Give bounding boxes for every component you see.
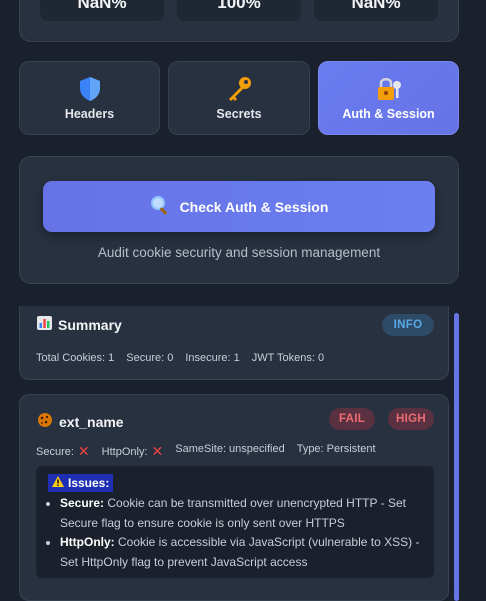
cookie-title: ext_name bbox=[37, 412, 124, 431]
issues-list: Secure: Cookie can be transmitted over u… bbox=[48, 494, 438, 572]
stat-value: NaN% bbox=[77, 0, 127, 12]
summary-card: Summary INFO Total Cookies: 1 Secure: 0 … bbox=[19, 306, 449, 380]
type-attr: Type: Persistent bbox=[296, 443, 376, 455]
summary-stats: Total Cookies: 1 Secure: 0 Insecure: 1 J… bbox=[36, 352, 324, 364]
cookie-attributes: Secure: ✕ HttpOnly: ✕ SameSite: unspecif… bbox=[36, 443, 376, 460]
fail-badge: FAIL bbox=[329, 408, 375, 430]
tab-headers[interactable]: Headers bbox=[19, 61, 160, 135]
stat-value: 100% bbox=[217, 0, 261, 12]
check-auth-session-button[interactable]: Check Auth & Session bbox=[43, 181, 435, 232]
jwt-count: JWT Tokens: 0 bbox=[251, 352, 325, 364]
shield-icon bbox=[79, 75, 101, 103]
summary-title-text: Summary bbox=[58, 316, 122, 333]
httponly-attr: HttpOnly: ✕ bbox=[102, 443, 164, 460]
issue-item: Secure: Cookie can be transmitted over u… bbox=[60, 494, 438, 533]
summary-title: Summary bbox=[37, 316, 122, 333]
secure-count: Secure: 0 bbox=[126, 352, 174, 364]
issue-key: Secure: bbox=[60, 496, 105, 510]
cookie-icon bbox=[37, 412, 53, 431]
tab-label: Secrets bbox=[216, 107, 262, 121]
stat-box: 100% bbox=[177, 0, 301, 21]
scrollbar[interactable] bbox=[454, 313, 459, 601]
samesite-attr: SameSite: unspecified bbox=[175, 443, 285, 455]
tab-secrets[interactable]: Secrets bbox=[168, 61, 310, 135]
tab-label: Headers bbox=[64, 107, 115, 121]
magnifier-icon bbox=[150, 195, 170, 218]
issue-key: HttpOnly: bbox=[60, 535, 115, 549]
high-badge: HIGH bbox=[388, 408, 434, 430]
issues-heading: Issues: bbox=[48, 474, 114, 492]
action-description: Audit cookie security and session manage… bbox=[97, 245, 381, 260]
bar-chart-icon bbox=[37, 316, 52, 333]
x-mark-icon: ✕ bbox=[151, 443, 164, 459]
results-list[interactable]: Summary INFO Total Cookies: 1 Secure: 0 … bbox=[19, 306, 459, 601]
tab-label: Auth & Session bbox=[342, 107, 435, 121]
secure-label: Secure: bbox=[36, 445, 74, 458]
stats-card: NaN% 100% NaN% bbox=[19, 0, 459, 42]
cookie-name: ext_name bbox=[59, 413, 124, 430]
issue-text: Cookie is accessible via JavaScript (vul… bbox=[60, 535, 420, 569]
issues-title: Issues: bbox=[68, 476, 110, 490]
lock-key-icon bbox=[375, 75, 403, 103]
stat-box: NaN% bbox=[40, 0, 164, 21]
x-mark-icon: ✕ bbox=[77, 443, 90, 459]
httponly-label: HttpOnly: bbox=[101, 445, 148, 458]
button-label: Check Auth & Session bbox=[179, 198, 329, 215]
stat-value: NaN% bbox=[351, 0, 401, 12]
stat-box: NaN% bbox=[314, 0, 438, 21]
issue-text: Cookie can be transmitted over unencrypt… bbox=[60, 496, 406, 530]
cookie-card: ext_name FAIL HIGH Secure: ✕ HttpOnly: ✕… bbox=[19, 394, 449, 601]
action-card: Check Auth & Session Audit cookie securi… bbox=[19, 156, 459, 284]
insecure-count: Insecure: 1 bbox=[185, 352, 240, 364]
tab-auth-session[interactable]: Auth & Session bbox=[318, 61, 459, 135]
secure-attr: Secure: ✕ bbox=[36, 443, 90, 460]
warning-icon bbox=[52, 476, 64, 490]
issue-item: HttpOnly: Cookie is accessible via JavaS… bbox=[60, 533, 438, 572]
info-badge: INFO bbox=[382, 314, 434, 336]
key-icon bbox=[225, 75, 253, 103]
total-cookies: Total Cookies: 1 bbox=[36, 352, 115, 364]
issues-box: Issues: Secure: Cookie can be transmitte… bbox=[36, 466, 434, 578]
